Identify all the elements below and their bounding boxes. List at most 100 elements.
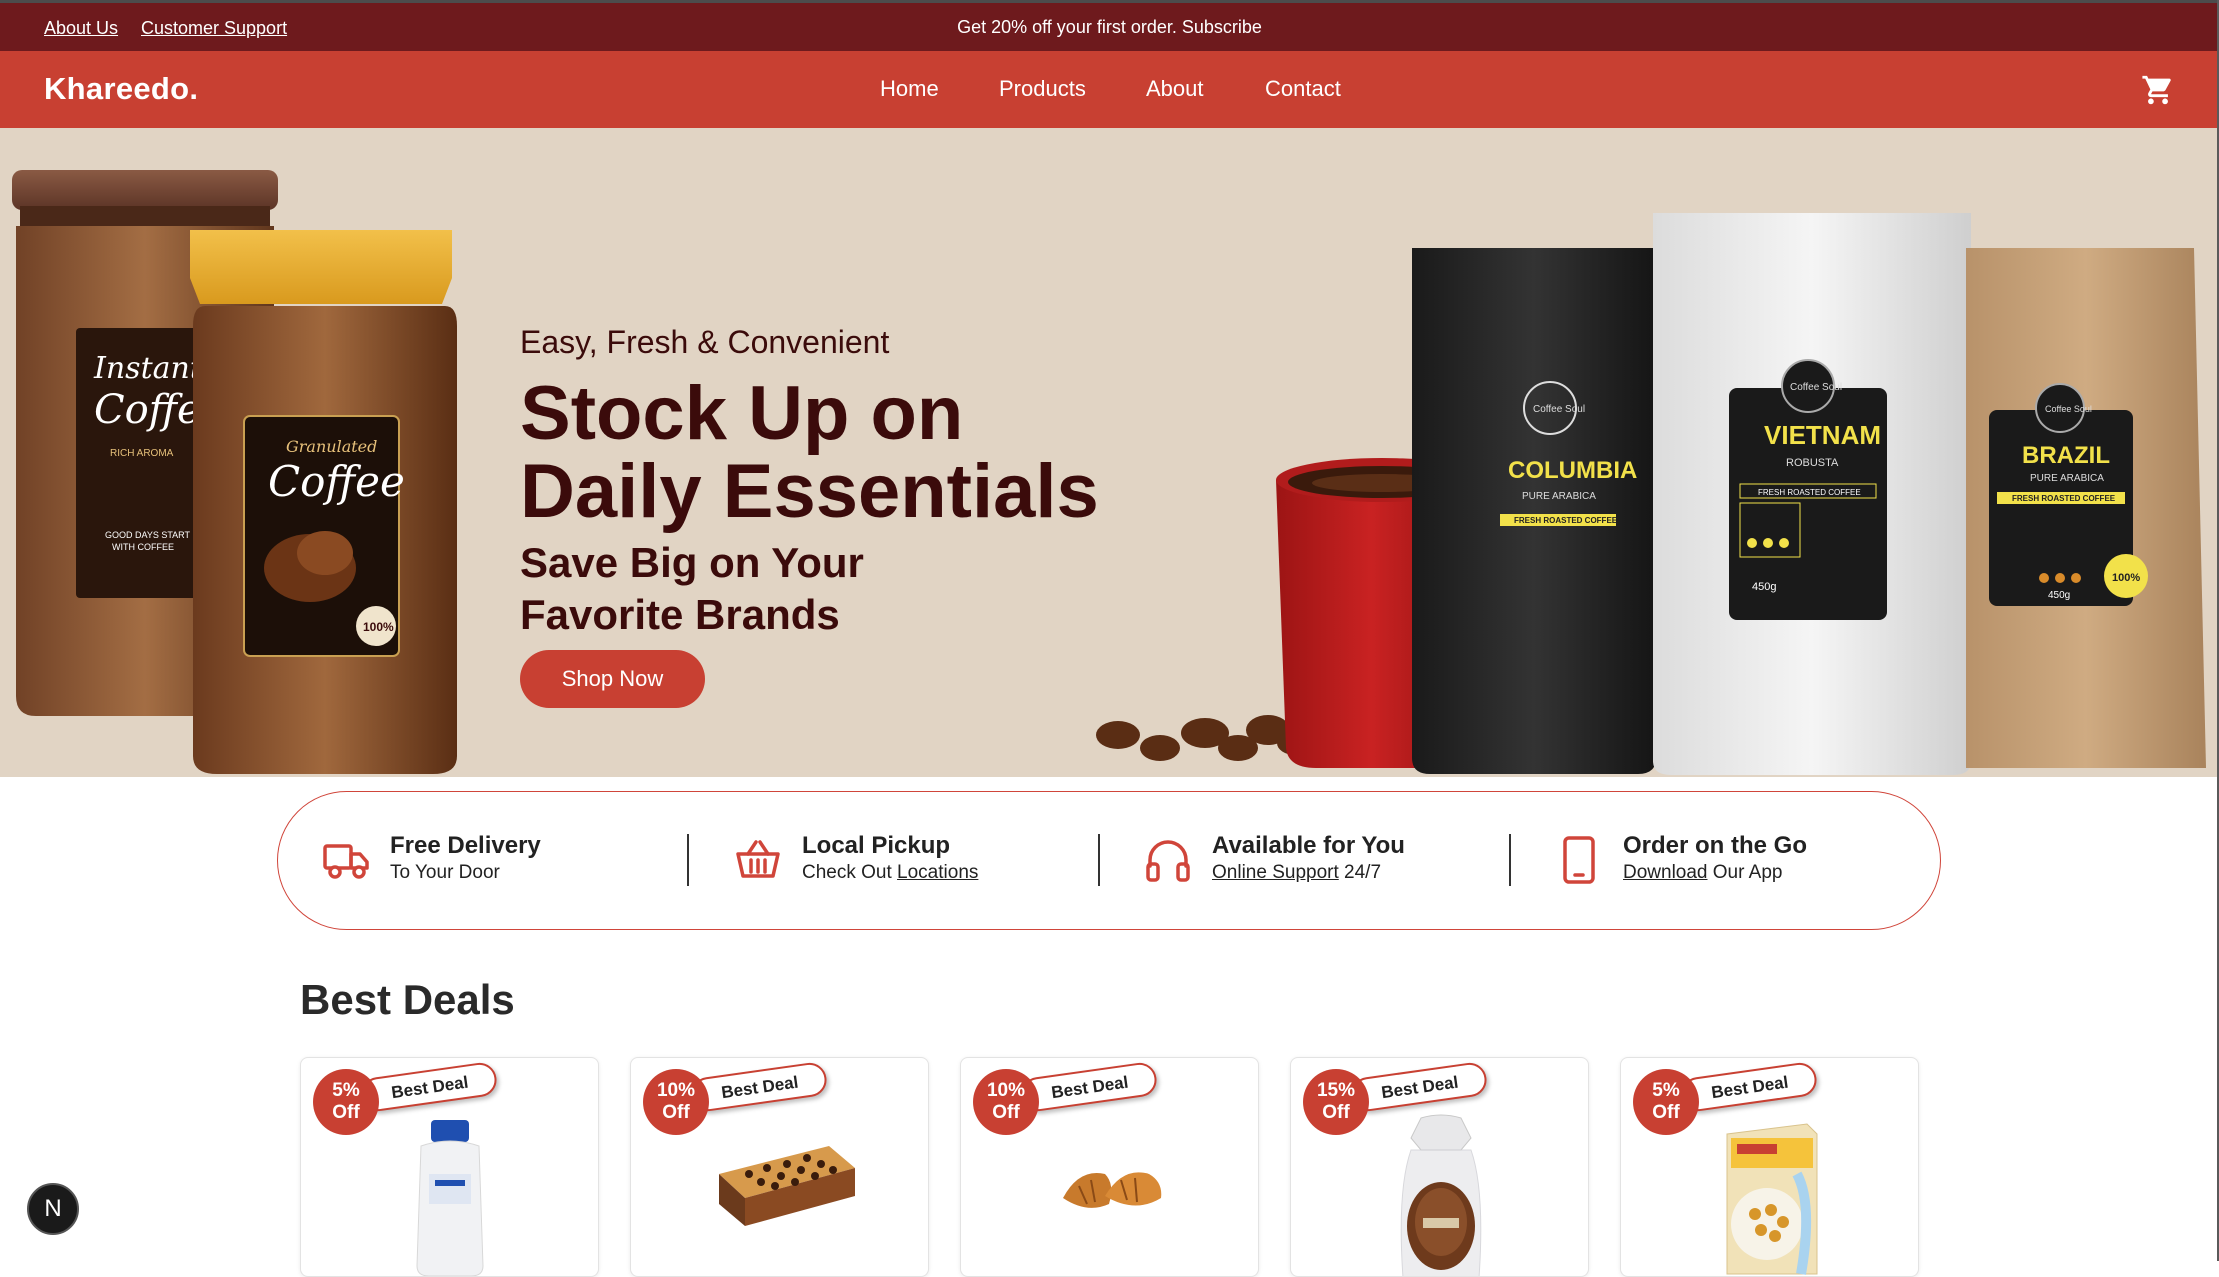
best-deals-heading: Best Deals [300, 976, 515, 1023]
phone-icon [1563, 836, 1595, 884]
svg-text:Coffee Soul: Coffee Soul [1790, 382, 1842, 393]
brazil-coffee-bag: Coffee Soul BRAZIL PURE ARABICA FRESH RO… [1966, 248, 2206, 768]
deal-card[interactable]: Best Deal 10% Off [630, 1057, 929, 1277]
feature-title: Local Pickup [802, 832, 951, 859]
best-deal-ribbon: Best Deal [689, 1060, 829, 1114]
coffee-beans [1096, 715, 1313, 761]
discount-off: Off [1652, 1102, 1680, 1123]
hero-banner: Instant Coffee RICH AROMA GOOD DAYS STAR… [0, 128, 2219, 777]
svg-text:Granulated: Granulated [286, 437, 377, 456]
online-support-link[interactable]: Online Support [1212, 862, 1339, 883]
discount-badge: 10% Off [973, 1069, 1039, 1135]
svg-text:PURE ARABICA: PURE ARABICA [1522, 491, 1596, 502]
lotion-bottle-image [416, 1120, 484, 1276]
svg-text:RICH AROMA: RICH AROMA [110, 448, 174, 459]
announcement-bar: About Us Customer Support Get 20% off yo… [0, 0, 2219, 51]
main-navbar: Khareedo. Home Products About Contact [0, 51, 2219, 128]
deal-card[interactable]: Best Deal 10% Off [960, 1057, 1259, 1277]
nav-contact[interactable]: Contact [1265, 76, 1341, 102]
svg-text:PURE ARABICA: PURE ARABICA [2030, 473, 2104, 484]
shop-now-button[interactable]: Shop Now [520, 650, 705, 708]
truck-icon [323, 844, 369, 879]
croissants-image [1063, 1172, 1162, 1208]
discount-percent: 5% [1652, 1080, 1680, 1101]
ribbon-label: Best Deal [390, 1072, 470, 1103]
svg-text:ROBUSTA: ROBUSTA [1786, 457, 1839, 469]
hero-headline-line1: Stock Up on [520, 371, 964, 456]
brand-logo[interactable]: Khareedo. [44, 71, 198, 107]
svg-text:FRESH ROASTED COFFEE: FRESH ROASTED COFFEE [1514, 516, 1618, 525]
discount-percent: 15% [1316, 1080, 1356, 1101]
svg-text:FRESH ROASTED COFFEE: FRESH ROASTED COFFEE [2012, 494, 2116, 503]
svg-text:450g: 450g [2048, 590, 2070, 601]
svg-text:Coffee: Coffee [268, 457, 405, 506]
feature-subtitle: Download Our App [1623, 862, 1783, 884]
floating-action-button[interactable]: N [27, 1183, 79, 1235]
hero-subline: Save Big on Your Favorite Brands [520, 537, 980, 641]
download-link[interactable]: Download [1623, 862, 1708, 883]
promo-text[interactable]: Get 20% off your first order. Subscribe [0, 17, 2219, 38]
feature-subtitle-text: To Your Door [390, 862, 500, 883]
best-deal-ribbon: Best Deal [1019, 1060, 1159, 1114]
hero-copy: Easy, Fresh & Convenient Stock Up on Dai… [520, 324, 1099, 641]
svg-text:COLUMBIA: COLUMBIA [1508, 457, 1637, 484]
hero-subline-line2: Favorite Brands [520, 591, 840, 638]
deal-card[interactable]: Best Deal 15% Off [1290, 1057, 1589, 1277]
bread-loaf-image [1400, 1114, 1482, 1276]
svg-text:100%: 100% [363, 620, 394, 634]
hero-eyebrow: Easy, Fresh & Convenient [520, 324, 890, 360]
feature-title: Order on the Go [1623, 832, 1808, 859]
nav-about[interactable]: About [1146, 76, 1204, 102]
locations-link[interactable]: Locations [897, 862, 978, 883]
feature-subtitle-text: Our App [1707, 862, 1783, 883]
feature-divider [1098, 834, 1100, 886]
deal-card[interactable]: Best Deal 5% Off [1620, 1057, 1919, 1277]
headphones-icon [1146, 840, 1190, 882]
feature-subtitle: To Your Door [390, 862, 500, 884]
discount-badge: 15% Off [1303, 1069, 1369, 1135]
discount-off: Off [992, 1102, 1020, 1123]
feature-divider [1509, 834, 1511, 886]
nav-products[interactable]: Products [999, 76, 1086, 102]
discount-badge: 10% Off [643, 1069, 709, 1135]
discount-percent: 10% [986, 1080, 1026, 1101]
cake-image [719, 1146, 855, 1226]
svg-text:WITH COFFEE: WITH COFFEE [112, 542, 174, 552]
ribbon-label: Best Deal [1380, 1072, 1460, 1103]
nav-home[interactable]: Home [880, 76, 939, 102]
discount-percent: 5% [332, 1080, 360, 1101]
svg-text:VIETNAM: VIETNAM [1764, 420, 1881, 450]
deal-card[interactable]: Best Deal 5% Off [300, 1057, 599, 1277]
ribbon-label: Best Deal [1050, 1072, 1130, 1103]
feature-divider [687, 834, 689, 886]
best-deal-ribbon: Best Deal [359, 1060, 499, 1114]
feature-title: Free Delivery [390, 832, 541, 859]
ribbon-label: Best Deal [1710, 1072, 1790, 1103]
svg-text:450g: 450g [1752, 581, 1776, 593]
svg-text:100%: 100% [2112, 572, 2140, 584]
discount-off: Off [332, 1102, 360, 1123]
svg-text:GOOD DAYS START: GOOD DAYS START [105, 530, 191, 540]
discount-off: Off [662, 1102, 690, 1123]
best-deal-ribbon: Best Deal [1349, 1060, 1489, 1114]
feature-title: Available for You [1212, 832, 1405, 859]
hero-headline-line2: Daily Essentials [520, 449, 1099, 534]
discount-badge: 5% Off [313, 1069, 379, 1135]
vietnam-coffee-bag: Coffee Soul VIETNAM ROBUSTA FRESH ROASTE… [1653, 213, 1971, 775]
ribbon-label: Best Deal [720, 1072, 800, 1103]
svg-text:Coffee Soul: Coffee Soul [1533, 404, 1585, 415]
hero-headline: Stock Up on Daily Essentials [520, 375, 1099, 531]
svg-text:Coffee Soul: Coffee Soul [2045, 404, 2092, 414]
hero-illustration: Instant Coffee RICH AROMA GOOD DAYS STAR… [12, 170, 2206, 775]
features-strip: Free Delivery To Your Door Local Pickup … [277, 791, 1941, 930]
feature-subtitle-text: Check Out [802, 862, 898, 883]
cart-icon[interactable] [2141, 73, 2175, 107]
discount-percent: 10% [656, 1080, 696, 1101]
svg-text:Instant: Instant [93, 351, 203, 386]
columbia-coffee-bag: Coffee Soul COLUMBIA PURE ARABICA FRESH … [1412, 248, 1656, 774]
basket-icon [736, 840, 780, 878]
granulated-coffee-jar: Granulated Coffee 100% [190, 230, 457, 774]
hero-subline-line1: Save Big on Your [520, 539, 864, 586]
discount-off: Off [1322, 1102, 1350, 1123]
discount-badge: 5% Off [1633, 1069, 1699, 1135]
